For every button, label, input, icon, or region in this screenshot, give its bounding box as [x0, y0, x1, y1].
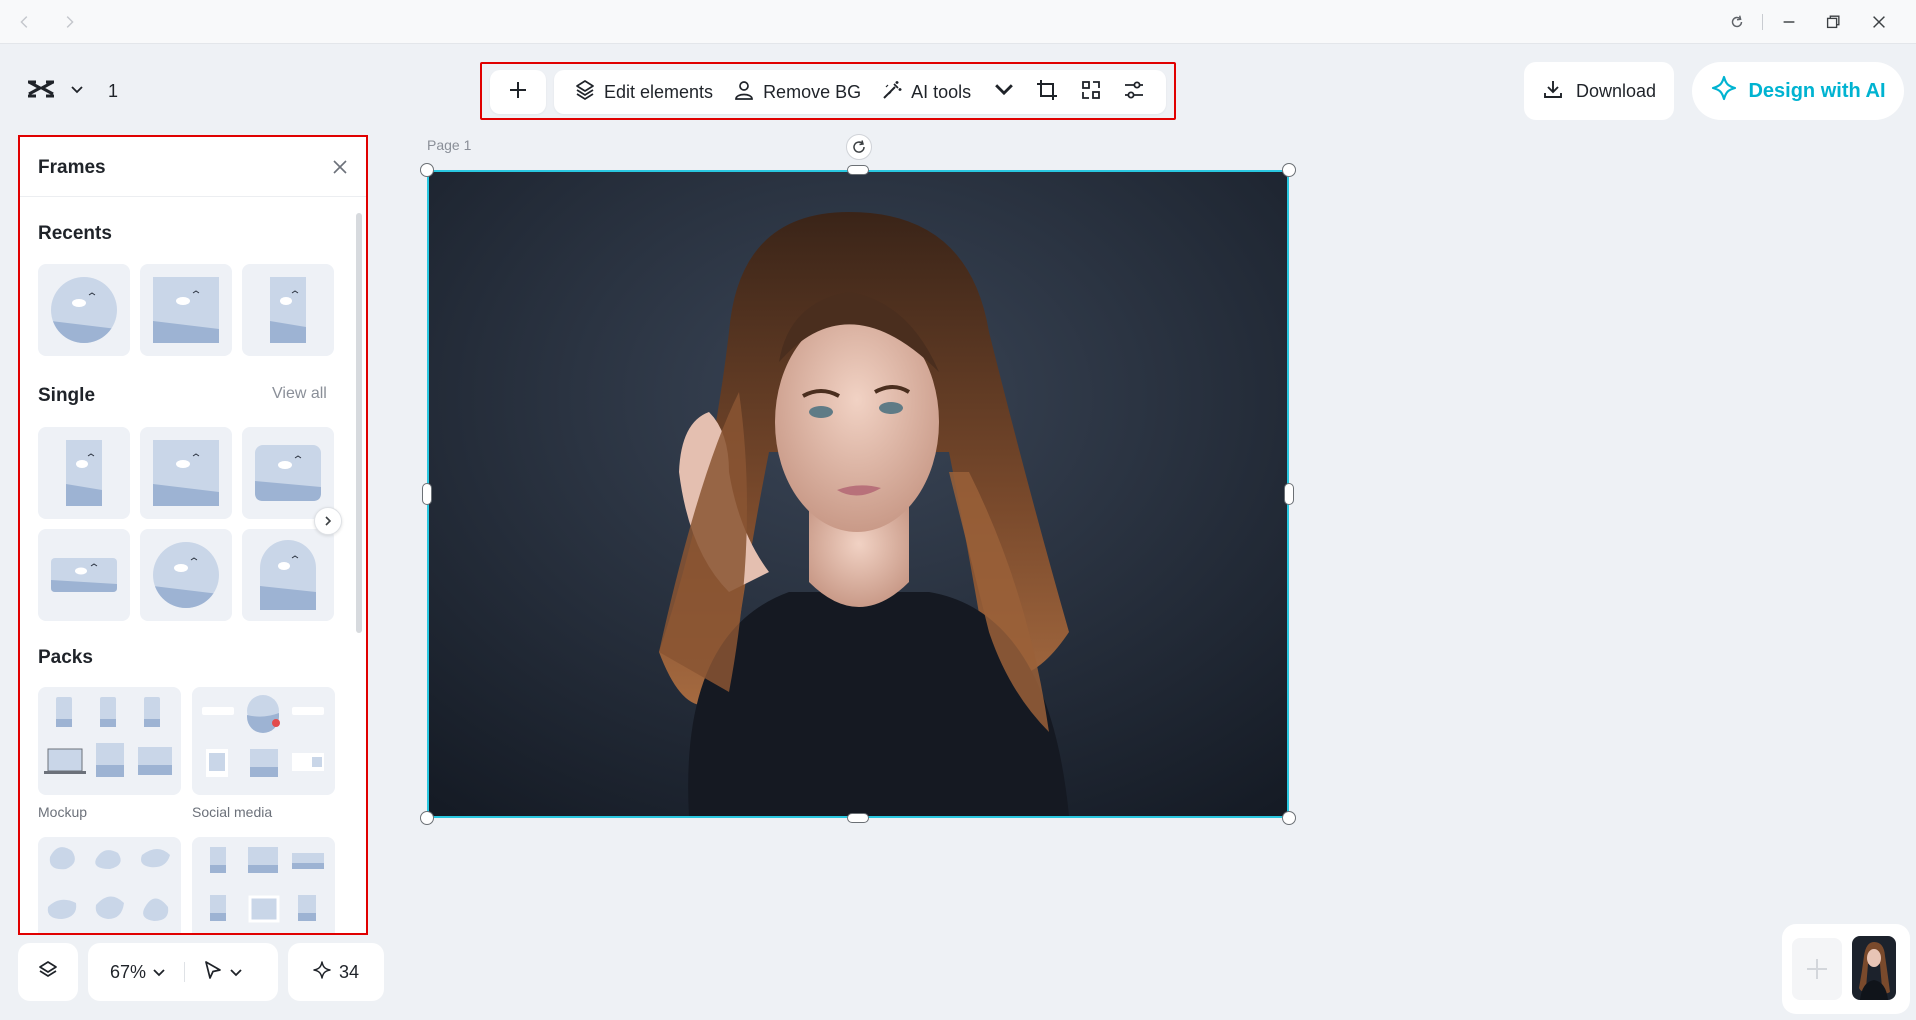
single-title: Single: [38, 385, 96, 406]
recents-title: Recents: [38, 223, 112, 244]
resize-handle-top[interactable]: [847, 165, 869, 175]
frame-thumb-rounded[interactable]: [242, 427, 334, 519]
crop-button[interactable]: [1025, 70, 1069, 114]
close-icon: [333, 160, 347, 174]
bottom-divider: [184, 962, 186, 982]
pack-label: Mockup: [38, 804, 88, 820]
resize-handle-left[interactable]: [422, 483, 432, 505]
minimize-icon[interactable]: [1778, 11, 1800, 33]
layers-button[interactable]: [18, 943, 78, 1001]
plus-icon: [1807, 959, 1827, 979]
pack-social-media[interactable]: [192, 687, 335, 795]
page-count: 1: [108, 80, 119, 101]
titlebar-divider: [1762, 14, 1763, 30]
remove-bg-label: Remove BG: [763, 81, 862, 102]
resize-handle-bottom-right[interactable]: [1282, 811, 1296, 825]
frame-thumb-wide[interactable]: [38, 529, 130, 621]
credits-count: 34: [338, 961, 360, 982]
canvas-image-selected[interactable]: [427, 170, 1289, 818]
capcut-logo-icon: [26, 77, 56, 106]
pointer-icon[interactable]: [203, 960, 223, 985]
credits-button[interactable]: 34: [288, 943, 384, 1001]
frame-thumb-portrait[interactable]: [38, 427, 130, 519]
zoom-and-pointer-bar: 67%: [88, 943, 278, 1001]
magic-wand-icon: [881, 79, 903, 106]
edit-elements-button[interactable]: Edit elements: [564, 70, 723, 114]
panel-header: Frames: [20, 137, 366, 197]
chevron-left-icon[interactable]: [14, 11, 36, 33]
chevron-down-icon[interactable]: [229, 962, 243, 983]
refresh-icon[interactable]: [1726, 11, 1748, 33]
layers-icon: [37, 959, 59, 986]
frame-thumb-circle[interactable]: [38, 264, 130, 356]
sparkle-icon: [313, 960, 331, 984]
chevron-down-icon[interactable]: [152, 962, 166, 983]
add-page-button[interactable]: [1792, 938, 1842, 1000]
chevron-down-icon: [993, 79, 1015, 106]
page-thumbnails-card: [1782, 924, 1910, 1014]
packs-title: Packs: [38, 647, 93, 668]
design-with-ai-label: Design with AI: [1748, 79, 1886, 102]
person-icon: [733, 79, 755, 106]
edit-elements-label: Edit elements: [604, 81, 714, 102]
frame-thumb-landscape[interactable]: [140, 427, 232, 519]
design-with-ai-button[interactable]: Design with AI: [1692, 62, 1904, 120]
frames-panel: Frames Recents Single View all Packs Moc…: [18, 135, 368, 935]
download-icon: [1542, 78, 1564, 105]
rotate-handle[interactable]: [846, 134, 872, 160]
pack-label: Social media: [192, 804, 273, 820]
remove-bg-button[interactable]: Remove BG: [723, 70, 871, 114]
plus-icon: [507, 79, 529, 106]
frame-thumb-circle[interactable]: [140, 529, 232, 621]
scroll-right-button[interactable]: [314, 507, 342, 535]
adjust-button[interactable]: [1112, 70, 1156, 114]
frame-thumb-arch[interactable]: [242, 529, 334, 621]
resize-handle-top-left[interactable]: [420, 163, 434, 177]
window-title-bar: [0, 0, 1916, 44]
close-icon[interactable]: [1868, 11, 1890, 33]
restore-icon[interactable]: [1822, 11, 1844, 33]
chevron-right-icon: [325, 516, 332, 526]
resize-handle-top-right[interactable]: [1282, 163, 1296, 177]
panel-title: Frames: [38, 157, 106, 178]
page-label: Page 1: [427, 137, 472, 153]
tool-pill: Edit elements Remove BG AI tools: [554, 70, 1166, 114]
download-button[interactable]: Download: [1524, 62, 1674, 120]
add-button[interactable]: [490, 70, 546, 114]
view-all-link[interactable]: View all: [272, 385, 327, 403]
main-toolbar: Edit elements Remove BG AI tools: [480, 62, 1176, 120]
sliders-icon: [1122, 78, 1146, 107]
portrait-photo: [429, 172, 1287, 816]
flip-icon: [1079, 78, 1103, 107]
ai-tools-button[interactable]: AI tools: [871, 70, 1025, 114]
resize-handle-right[interactable]: [1284, 483, 1294, 505]
ai-sparkle-icon: [1710, 74, 1738, 108]
chevron-right-icon[interactable]: [58, 11, 80, 33]
flip-button[interactable]: [1069, 70, 1113, 114]
frame-thumb-landscape[interactable]: [140, 264, 232, 356]
pack-shapes[interactable]: [38, 837, 181, 933]
download-label: Download: [1575, 80, 1657, 101]
rotate-icon: [853, 140, 865, 153]
close-panel-button[interactable]: [328, 155, 352, 179]
panel-scrollbar[interactable]: [356, 213, 362, 633]
zoom-level[interactable]: 67%: [110, 962, 146, 983]
frame-thumb-portrait[interactable]: [242, 264, 334, 356]
resize-handle-bottom[interactable]: [847, 813, 869, 823]
pack-layouts[interactable]: [192, 837, 335, 933]
pack-mockup[interactable]: [38, 687, 181, 795]
resize-handle-bottom-left[interactable]: [420, 811, 434, 825]
app-logo-menu[interactable]: 1: [18, 62, 130, 120]
page-thumbnail[interactable]: [1852, 936, 1896, 1000]
ai-tools-label: AI tools: [911, 81, 972, 102]
chevron-down-icon[interactable]: [70, 82, 84, 100]
crop-icon: [1035, 78, 1059, 107]
layers-icon: [574, 79, 596, 106]
